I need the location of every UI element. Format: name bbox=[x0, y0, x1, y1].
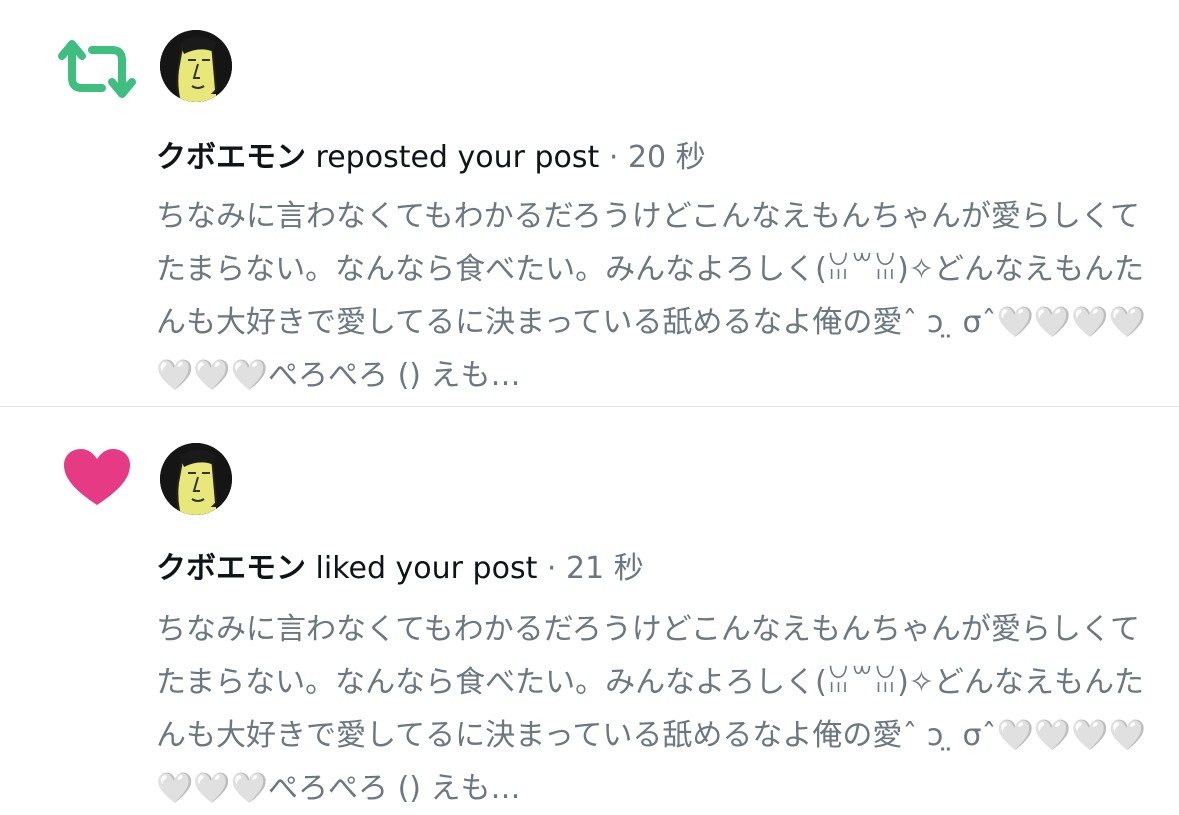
separator: · bbox=[546, 551, 557, 586]
post-preview-text[interactable]: ちなみに言わなくてもわかるだろうけどこんなえもんちゃんが愛らしくてたまらない。な… bbox=[156, 603, 1146, 815]
notification-headline: クボエモン reposted your post · 20 秒 bbox=[156, 138, 706, 178]
avatar-image bbox=[160, 30, 232, 102]
notification-headline: クボエモン liked your post · 21 秒 bbox=[156, 549, 644, 589]
post-preview-text[interactable]: ちなみに言わなくてもわかるだろうけどこんなえもんちゃんが愛らしくてたまらない。な… bbox=[156, 190, 1146, 402]
heart-icon bbox=[64, 449, 130, 505]
notification-item[interactable]: クボエモン liked your post · 21 秒 ちなみに言わなくてもわ… bbox=[0, 407, 1179, 810]
notification-action: reposted your post bbox=[315, 140, 600, 175]
notification-item[interactable]: クボエモン reposted your post · 20 秒 ちなみに言わなく… bbox=[0, 0, 1179, 407]
avatar-image bbox=[160, 443, 232, 515]
user-name[interactable]: クボエモン bbox=[156, 140, 306, 175]
repost-icon bbox=[58, 40, 136, 98]
avatar[interactable] bbox=[160, 443, 232, 515]
timestamp: 20 秒 bbox=[627, 140, 706, 175]
notification-action: liked your post bbox=[315, 551, 538, 586]
timestamp: 21 秒 bbox=[565, 551, 644, 586]
user-name[interactable]: クボエモン bbox=[156, 551, 306, 586]
avatar[interactable] bbox=[160, 30, 232, 102]
separator: · bbox=[608, 140, 619, 175]
